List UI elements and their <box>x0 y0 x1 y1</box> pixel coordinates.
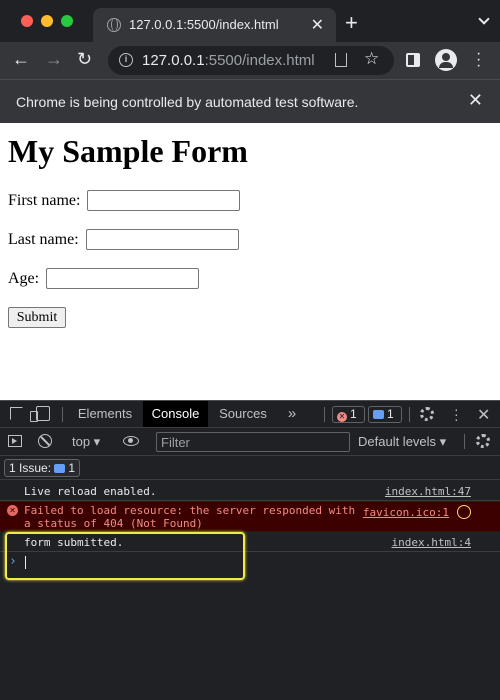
share-icon[interactable] <box>335 53 347 67</box>
live-expression-eye-icon[interactable] <box>123 436 139 446</box>
url-path: :5500/index.html <box>204 52 315 69</box>
last-name-label: Last name: <box>8 230 79 248</box>
console-settings-gear-icon[interactable] <box>476 434 490 448</box>
console-message-text: Failed to load resource: the server resp… <box>24 504 356 530</box>
issues-bar: 1 Issue: 1 <box>0 456 500 480</box>
inspect-element-icon[interactable] <box>10 407 23 420</box>
error-count-badge[interactable]: ✕ 1 <box>332 406 365 423</box>
message-icon <box>373 410 384 419</box>
url-host: 127.0.0.1 <box>142 52 205 69</box>
last-name-row: Last name: <box>8 229 239 250</box>
devtools-panel: Elements Console Sources » ✕ 1 1 · · · ✕ to… <box>0 400 500 700</box>
clear-console-icon[interactable] <box>38 434 52 448</box>
context-select[interactable]: top ▾ <box>72 434 100 450</box>
show-sidebar-icon[interactable] <box>8 435 22 447</box>
bookmark-star-icon[interactable]: ☆ <box>364 49 379 69</box>
devtools-tabbar: Elements Console Sources » ✕ 1 1 · · · ✕ <box>0 401 500 428</box>
message-icon <box>54 464 66 473</box>
error-count: 1 <box>350 407 357 421</box>
first-name-field[interactable] <box>87 190 241 211</box>
age-row: Age: <box>8 268 200 289</box>
console-source-link[interactable]: index.html:4 <box>392 536 471 549</box>
infobar-close-icon[interactable]: ✕ <box>468 90 483 111</box>
tab-title: 127.0.0.1:5500/index.html <box>129 17 279 32</box>
browser-menu-icon[interactable]: · · · <box>476 46 482 74</box>
console-message-text: Live reload enabled. <box>24 485 157 498</box>
tab-console[interactable]: Console <box>143 401 208 427</box>
age-field[interactable] <box>46 268 200 289</box>
new-tab-button[interactable]: + <box>345 12 358 34</box>
issue-count-badge[interactable]: 1 <box>368 406 402 423</box>
close-window-button[interactable] <box>21 15 33 27</box>
divider <box>62 407 63 422</box>
settings-gear-icon[interactable] <box>420 407 434 421</box>
console-message: Live reload enabled. index.html:47 <box>0 481 500 501</box>
reload-icon[interactable]: ↻ <box>77 50 92 68</box>
browser-toolbar: ← → ↻ i 127.0.0.1:5500/index.html ☆ · · · <box>0 42 500 79</box>
minimize-window-button[interactable] <box>41 15 53 27</box>
error-icon: ✕ <box>337 412 347 422</box>
site-info-icon[interactable]: i <box>119 53 133 67</box>
console-toolbar: top ▾ Default levels ▾ <box>0 428 500 456</box>
tab-elements[interactable]: Elements <box>69 401 141 427</box>
first-name-label: First name: <box>8 191 81 209</box>
console-source-link[interactable]: index.html:47 <box>385 485 471 498</box>
page-title: My Sample Form <box>8 133 248 169</box>
automation-infobar: Chrome is being controlled by automated … <box>0 79 500 123</box>
page-viewport: My Sample Form First name: Last name: Ag… <box>0 123 500 400</box>
issue-count: 1 <box>387 407 394 421</box>
last-name-field[interactable] <box>85 229 239 250</box>
more-tabs-chevron-icon[interactable]: » <box>282 401 302 427</box>
infobar-message: Chrome is being controlled by automated … <box>16 94 359 110</box>
globe-icon <box>107 18 121 32</box>
first-name-row: First name: <box>8 190 241 211</box>
issues-count: 1 <box>68 461 76 475</box>
profile-avatar-icon[interactable] <box>435 49 457 71</box>
devtools-menu-icon[interactable]: · · · <box>454 402 459 426</box>
tab-strip: 127.0.0.1:5500/index.html ✕ + <box>0 0 500 42</box>
divider <box>464 434 465 449</box>
submit-button[interactable]: Submit <box>8 307 66 328</box>
log-levels-select[interactable]: Default levels ▾ <box>358 434 446 450</box>
console-filter-input[interactable] <box>156 432 350 452</box>
devtools-close-icon[interactable]: ✕ <box>477 405 490 425</box>
side-panel-icon[interactable] <box>406 53 420 67</box>
issues-button[interactable]: 1 Issue: 1 <box>4 459 81 477</box>
console-source-link[interactable]: favicon.ico:1 <box>363 506 449 519</box>
age-label: Age: <box>8 269 40 287</box>
forward-arrow-icon[interactable]: → <box>45 50 63 68</box>
tab-close-icon[interactable]: ✕ <box>311 15 324 35</box>
back-arrow-icon[interactable]: ← <box>12 50 30 68</box>
network-panel-icon[interactable] <box>457 505 471 519</box>
url-text[interactable]: 127.0.0.1:5500/index.html <box>142 52 315 69</box>
console-error-message: ✕ Failed to load resource: the server re… <box>0 501 500 532</box>
highlight-annotation <box>5 532 245 580</box>
divider <box>409 407 410 422</box>
error-icon: ✕ <box>7 505 18 516</box>
tab-search-chevron-icon[interactable] <box>478 13 490 25</box>
address-bar[interactable]: i 127.0.0.1:5500/index.html ☆ <box>108 46 394 75</box>
maximize-window-button[interactable] <box>61 15 73 27</box>
tab-sources[interactable]: Sources <box>212 401 274 427</box>
device-toolbar-icon[interactable] <box>30 406 50 422</box>
divider <box>324 407 325 422</box>
browser-tab[interactable]: 127.0.0.1:5500/index.html ✕ <box>93 8 336 42</box>
issues-label: 1 Issue: <box>9 461 52 475</box>
